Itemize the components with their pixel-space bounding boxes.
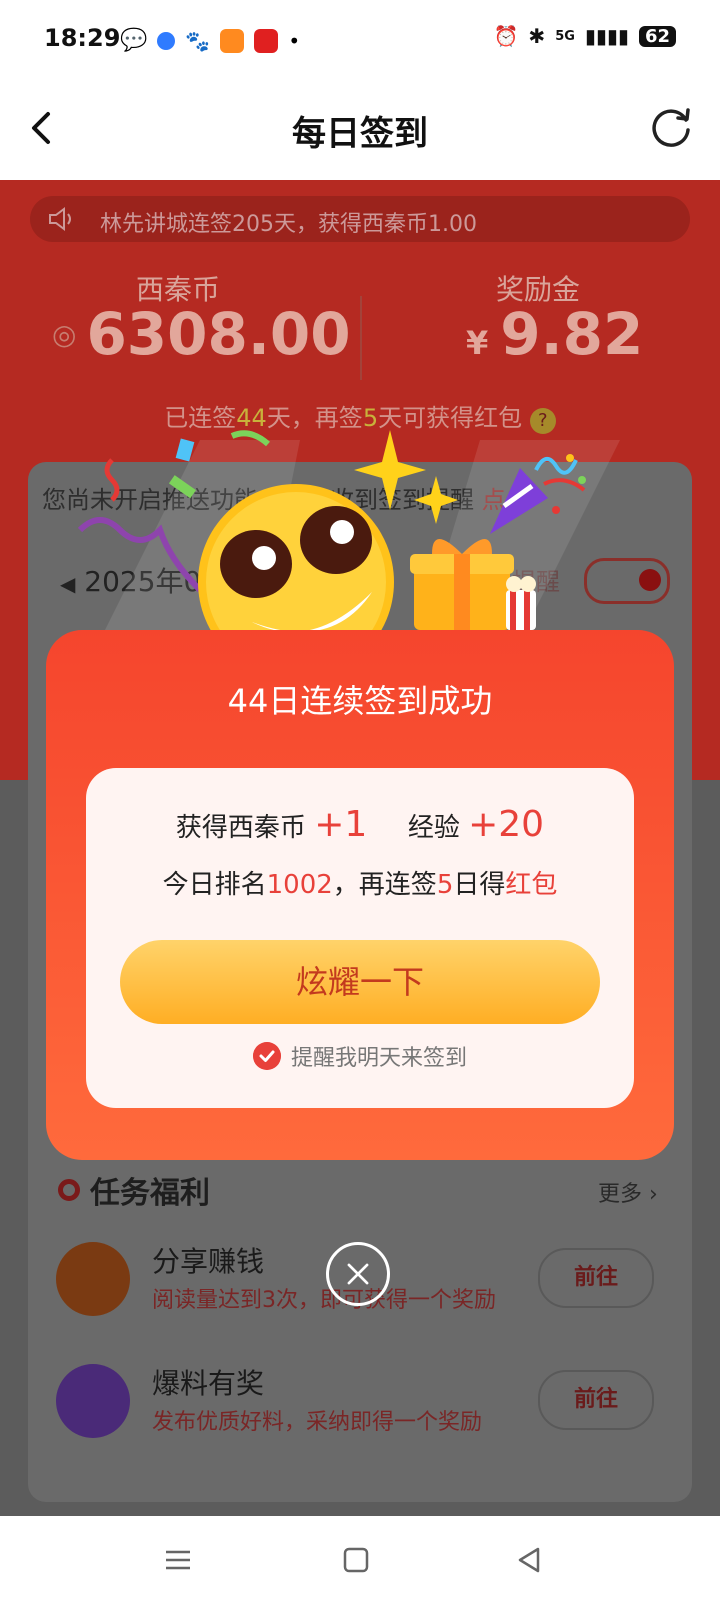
news-app-icon	[220, 28, 245, 53]
coin-stack-icon: ◎	[52, 317, 77, 351]
baidu-icon: 🐾	[185, 28, 211, 53]
rank-prefix: 今日排名	[162, 870, 267, 900]
share-earn-icon	[56, 1242, 130, 1316]
red-packet-icon	[254, 28, 279, 53]
more-link[interactable]: 更多 ›	[598, 1176, 658, 1208]
confetti-left-icon	[77, 438, 200, 593]
task-go-button[interactable]: 前往	[538, 1370, 654, 1430]
chevron-right-icon: ›	[642, 1182, 658, 1207]
reward-card: 获得西秦币 +1 经验 +20 今日排名1002，再连签5日得红包 炫耀一下 提…	[86, 768, 634, 1108]
signin-ticker: 林先讲城连签205天，获得西秦币1.00	[30, 196, 690, 242]
battery-icon: 62	[638, 25, 676, 47]
megaphone-icon	[56, 1364, 130, 1438]
rank-info: 今日排名1002，再连签5日得红包	[86, 864, 634, 901]
menu-icon[interactable]	[162, 1544, 194, 1576]
streak-more: 5	[362, 404, 379, 432]
bonus-value: 9.82	[500, 300, 644, 368]
task-desc: 阅读量达到3次，即可获得一个奖励	[152, 1288, 496, 1313]
dialog-title: 44日连续签到成功	[227, 682, 493, 720]
tasks-section-title: 任务福利	[58, 1168, 210, 1212]
task-go-button[interactable]: 前往	[538, 1248, 654, 1308]
rank-value: 1002	[266, 870, 333, 900]
status-app-icons: 💬 🐾 •	[120, 28, 300, 53]
system-nav-bar	[0, 1516, 720, 1604]
more-label: 更多	[598, 1182, 643, 1207]
bonus-balance: ¥ 9.82	[466, 300, 643, 368]
tasks-title-text: 任务福利	[90, 1176, 210, 1211]
bluetooth-icon: ✱	[528, 24, 546, 48]
remind-tomorrow-label: 提醒我明天来签到	[290, 1046, 467, 1071]
status-time: 18:29	[44, 24, 121, 52]
coin-balance: ◎ 6308.00	[52, 300, 351, 368]
stats-divider	[360, 296, 362, 380]
network-label: 5G	[555, 28, 575, 44]
help-icon[interactable]: ?	[529, 408, 556, 434]
page-title: 每日签到	[292, 114, 428, 154]
remind-tomorrow-checkbox[interactable]: 提醒我明天来签到	[86, 1040, 634, 1072]
checkmark-icon	[252, 1042, 281, 1070]
home-icon[interactable]	[340, 1544, 372, 1576]
coin-gain-label: 获得西秦币	[175, 813, 306, 843]
signin-success-dialog: 44日连续签到成功 获得西秦币 +1 经验 +20 今日排名1002，再连签5日…	[46, 630, 674, 1160]
signal-icon: ▮▮▮▮	[584, 24, 629, 48]
back-triangle-icon[interactable]	[514, 1544, 546, 1576]
app-header: 每日签到	[0, 80, 720, 180]
coin-value: 6308.00	[86, 300, 351, 368]
currency-symbol: ¥	[466, 324, 489, 362]
rank-reward: 红包	[505, 870, 558, 900]
sparkle-icon	[354, 430, 458, 524]
speaker-icon	[49, 207, 71, 231]
task-desc: 发布优质好料，采纳即得一个奖励	[152, 1410, 483, 1435]
alarm-icon: ⏰	[493, 24, 519, 48]
streak-mid: 天，再签	[266, 404, 363, 432]
status-right: ⏰ ✱ 5G ▮▮▮▮ 62	[494, 24, 676, 48]
reward-summary: 获得西秦币 +1 经验 +20	[86, 804, 634, 845]
task-item: 爆料有奖 发布优质好料，采纳即得一个奖励 前往	[56, 1358, 676, 1458]
rank-mid: ，再连签	[332, 870, 437, 900]
party-popper-icon	[490, 454, 586, 534]
wechat-icon: 💬	[120, 28, 148, 53]
refresh-icon[interactable]	[648, 104, 694, 150]
exp-gain-value: +20	[468, 804, 545, 845]
show-off-button[interactable]: 炫耀一下	[120, 940, 600, 1024]
rank-suffix: 日得	[453, 870, 506, 900]
more-dot-icon: •	[288, 28, 301, 53]
streak-suffix: 天可获得红包	[378, 404, 523, 432]
section-dot-icon	[58, 1179, 80, 1201]
close-dialog-icon[interactable]	[326, 1242, 390, 1306]
rank-days: 5	[436, 870, 454, 900]
exp-gain-label: 经验	[407, 813, 460, 843]
browser-icon	[157, 31, 176, 50]
task-name: 分享赚钱	[152, 1245, 265, 1278]
status-bar: 18:29 💬 🐾 • ⏰ ✱ 5G ▮▮▮▮ 62	[0, 0, 720, 80]
coin-gain-value: +1	[314, 804, 368, 845]
gift-box-icon	[410, 539, 536, 630]
confetti-green-icon	[230, 430, 270, 447]
ticker-text: 林先讲城连签205天，获得西秦币1.00	[100, 212, 477, 237]
task-name: 爆料有奖	[152, 1367, 265, 1400]
